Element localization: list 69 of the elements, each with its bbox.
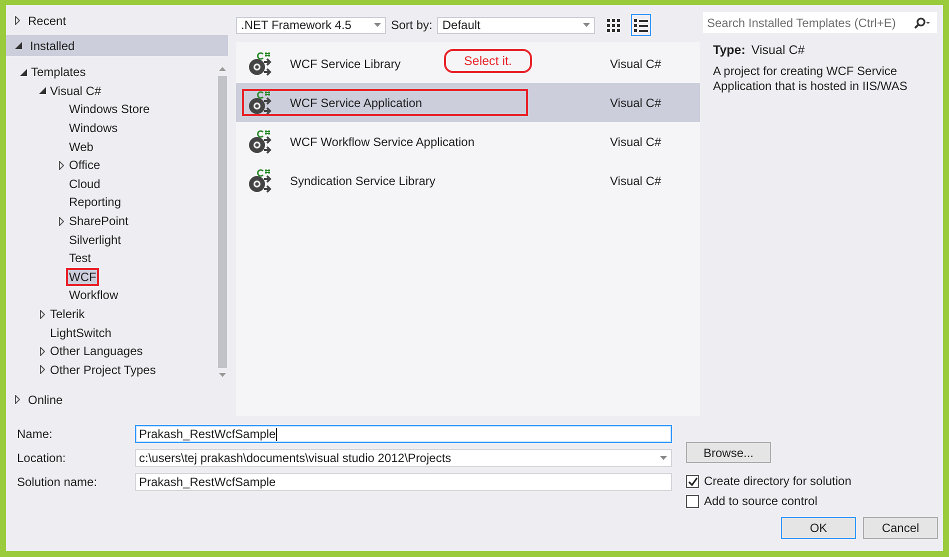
- text-field[interactable]: Prakash_RestWcfSample: [135, 473, 672, 491]
- field-label: Location:: [17, 450, 67, 467]
- location-dropdown[interactable]: c:\users\tej prakash\documents\visual studio 2012\Projects: [135, 449, 672, 467]
- sort-dropdown[interactable]: Default: [437, 16, 596, 34]
- tree-item[interactable]: Test: [66, 249, 94, 268]
- text-field[interactable]: Prakash_RestWcfSample: [135, 425, 672, 443]
- browse-button[interactable]: Browse...: [686, 442, 771, 463]
- list-view-button[interactable]: [631, 14, 652, 36]
- list-icon: [634, 18, 648, 32]
- tree-item[interactable]: Cloud: [66, 174, 104, 193]
- framework-dropdown[interactable]: .NET Framework 4.5: [236, 16, 386, 34]
- tree-item[interactable]: LightSwitch: [47, 324, 114, 342]
- tree-item[interactable]: Web: [66, 138, 96, 156]
- template-name: Syndication Service Library: [290, 174, 436, 188]
- section-header[interactable]: Recent: [6, 10, 228, 31]
- template-description: A project for creating WCF Service Application that is hosted in IIS/WAS: [713, 64, 908, 94]
- tree-item[interactable]: Silverlight: [66, 230, 124, 249]
- checkbox-label: Create directory for solution: [704, 474, 852, 488]
- tree-item[interactable]: Telerik: [47, 305, 88, 324]
- scrollbar-thumb[interactable]: [218, 76, 227, 368]
- checkbox[interactable]: [686, 494, 699, 508]
- tree-item[interactable]: WCF: [66, 268, 100, 286]
- type-label: Type:: [713, 43, 746, 57]
- tree-item[interactable]: Other Project Types: [47, 360, 159, 379]
- scroll-down-icon: [218, 372, 227, 378]
- tree-item[interactable]: Office: [66, 156, 104, 174]
- field-label: Solution name:: [17, 474, 98, 491]
- tree-item[interactable]: Reporting: [66, 193, 124, 212]
- expanded-arrow-icon: [15, 42, 22, 49]
- template-language: Visual C#: [610, 96, 662, 110]
- tree-item[interactable]: Templates: [28, 63, 89, 82]
- collapsed-arrow-icon: [58, 216, 64, 226]
- tree-item[interactable]: Windows: [66, 119, 121, 138]
- dialog-button[interactable]: OK: [781, 517, 856, 539]
- template-name: WCF Workflow Service Application: [290, 134, 474, 148]
- search-icon: [913, 16, 931, 28]
- template-name: WCF Service Library: [290, 56, 401, 70]
- template-language: Visual C#: [610, 56, 662, 70]
- tree-item[interactable]: Visual C#: [47, 82, 104, 100]
- tree-item[interactable]: Other Languages: [47, 342, 146, 360]
- scroll-up-icon: [218, 66, 227, 72]
- sort-label: Sort by:: [391, 18, 432, 32]
- template-name: WCF Service Application: [290, 96, 422, 110]
- dropdown-caret-icon: [660, 456, 667, 460]
- expanded-arrow-icon: [38, 87, 46, 94]
- section-header[interactable]: Online: [6, 389, 228, 410]
- collapsed-arrow-icon: [15, 16, 20, 25]
- checkmark-icon: [688, 476, 698, 486]
- checkbox-label: Add to source control: [704, 494, 818, 508]
- collapsed-arrow-icon: [40, 310, 44, 319]
- expanded-arrow-icon: [20, 68, 26, 76]
- dropdown-caret-icon: [374, 23, 381, 27]
- checkbox[interactable]: [686, 474, 699, 488]
- section-header[interactable]: Installed: [6, 35, 228, 56]
- dialog-button[interactable]: Cancel: [863, 517, 938, 539]
- callout-bubble: Select it.: [444, 49, 532, 73]
- selected-template-row[interactable]: WCF Service Application Visual C#: [236, 83, 700, 122]
- tree-item[interactable]: Windows Store: [66, 100, 153, 118]
- template-language: Visual C#: [610, 134, 662, 148]
- field-label: Name:: [17, 426, 54, 443]
- tree-item[interactable]: SharePoint: [66, 212, 132, 230]
- tree-item[interactable]: Workflow: [66, 286, 122, 304]
- template-language: Visual C#: [610, 174, 662, 188]
- type-value: Visual C#: [751, 43, 805, 57]
- grid-icon: [606, 18, 620, 32]
- collapsed-arrow-icon: [58, 160, 64, 170]
- search-field[interactable]: Search Installed Templates (Ctrl+E): [703, 12, 937, 33]
- dropdown-caret-icon: [583, 23, 590, 27]
- collapsed-arrow-icon: [15, 395, 20, 404]
